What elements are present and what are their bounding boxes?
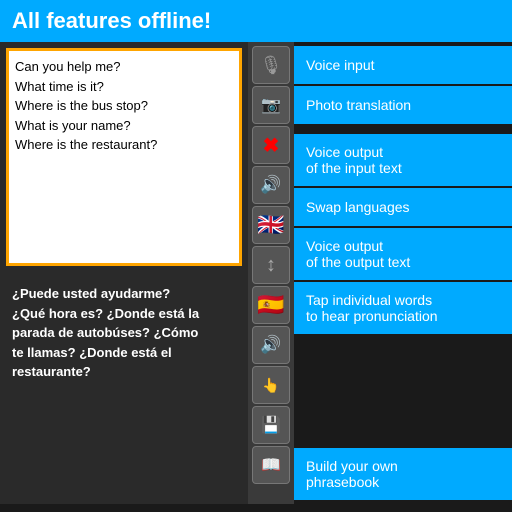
camera-button[interactable]: 📷 [252,86,290,124]
output-area: ¿Puede usted ayudarme? ¿Qué hora es? ¿Do… [6,278,242,498]
swap-languages-label: Swap languages [294,188,512,226]
english-flag-button[interactable]: 🇬🇧 [252,206,290,244]
voice-output-output-label: Voice output of the output text [294,228,512,280]
right-panel: Voice input Photo translation Voice outp… [294,42,512,504]
mic-icon: 🎙 [260,55,283,76]
english-flag-icon: 🇬🇧 [257,212,284,238]
speaker-output-button[interactable]: 🔊 [252,326,290,364]
delete-button[interactable]: ✖ [252,126,290,164]
header: All features offline! [0,0,512,42]
tap-words-label: Tap individual words to hear pronunciati… [294,282,512,334]
swap-button[interactable]: ↕ [252,246,290,284]
tap-word-button[interactable]: 👆 [252,366,290,404]
input-area[interactable]: Can you help me? What time is it? Where … [6,48,242,266]
voice-output-input-label: Voice output of the input text [294,134,512,186]
mic-button[interactable]: 🎙 [252,46,290,84]
save-icon: 💾 [261,415,281,435]
input-text: Can you help me? What time is it? Where … [15,57,233,155]
speaker-input-button[interactable]: 🔊 [252,166,290,204]
output-text: ¿Puede usted ayudarme? ¿Qué hora es? ¿Do… [12,284,236,382]
save-button[interactable]: 💾 [252,406,290,444]
book-icon: 📖 [261,455,281,475]
left-panel: Can you help me? What time is it? Where … [0,42,248,504]
camera-icon: 📷 [261,95,281,115]
voice-input-label: Voice input [294,46,512,84]
close-icon: ✖ [263,133,280,158]
speaker-output-icon: 🔊 [260,335,281,355]
photo-translation-label: Photo translation [294,86,512,124]
swap-icon: ↕ [266,254,276,277]
book-button[interactable]: 📖 [252,446,290,484]
speaker-input-icon: 🔊 [260,175,281,195]
toolbar: 🎙 📷 ✖ 🔊 🇬🇧 ↕ 🇪🇸 🔊 👆 [248,42,294,504]
header-title: All features offline! [12,8,211,34]
tap-word-icon: 👆 [262,377,279,394]
phrasebook-label: Build your own phrasebook [294,448,512,500]
spanish-flag-icon: 🇪🇸 [257,292,284,318]
main-content: Can you help me? What time is it? Where … [0,42,512,504]
spanish-flag-button[interactable]: 🇪🇸 [252,286,290,324]
